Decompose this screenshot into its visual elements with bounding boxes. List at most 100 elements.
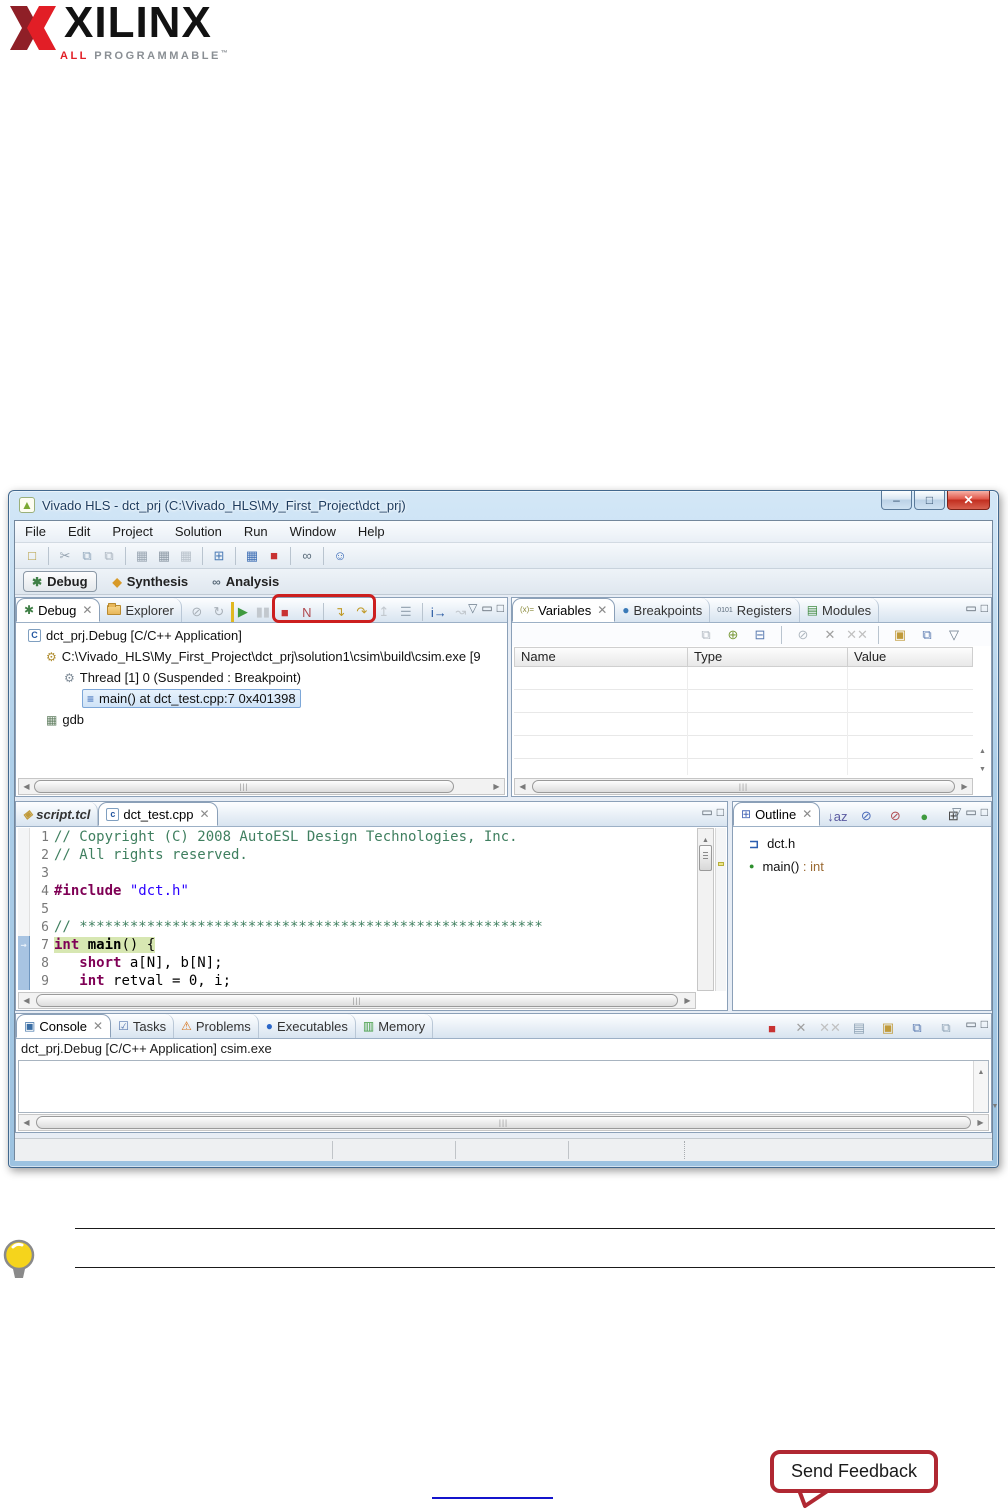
minimize-icon[interactable]: ▭ (481, 602, 492, 614)
tab-explorer[interactable]: Explorer (100, 598, 182, 622)
view-menu-icon[interactable]: ▽ (468, 602, 477, 614)
show-logical-structure-icon[interactable]: ⧉ (696, 625, 716, 645)
selected-stack-frame[interactable]: ≡ main() at dct_test.cpp:7 0x401398 (82, 689, 301, 708)
menu-window[interactable]: Window (290, 524, 336, 539)
perspective-analysis[interactable]: ∞ Analysis (204, 572, 287, 591)
display-selected-console-icon[interactable]: ⧉ (936, 1018, 956, 1038)
project-settings-icon[interactable]: ⊞ (209, 546, 229, 566)
close-icon[interactable]: ✕ (93, 1020, 103, 1032)
tab-console[interactable]: ▣ Console ✕ (16, 1014, 112, 1038)
scroll-left-icon[interactable]: ◀ (515, 782, 530, 791)
save-all-icon[interactable]: ▦ (154, 546, 174, 566)
scroll-right-icon[interactable]: ▶ (680, 996, 695, 1005)
scroll-up-icon[interactable]: ▲ (974, 1067, 988, 1076)
remove-launch-icon[interactable]: ✕ (791, 1018, 811, 1038)
menu-file[interactable]: File (25, 524, 46, 539)
add-watch-icon[interactable]: ⊕ (723, 625, 743, 645)
debug-tree-item[interactable]: Cdct_prj.Debug [C/C++ Application] (18, 625, 505, 646)
save-icon[interactable]: ▦ (132, 546, 152, 566)
remove-all-terminated-icon[interactable]: ✕✕ (819, 1018, 841, 1038)
hide-non-public-icon[interactable]: ● (914, 806, 934, 826)
tab-debug[interactable]: ✱ Debug ✕ (16, 598, 101, 622)
scroll-right-icon[interactable]: ▶ (489, 782, 504, 791)
scroll-up-icon[interactable]: ▲ (979, 748, 986, 755)
collapse-all-icon[interactable]: ⊟ (750, 625, 770, 645)
column-name[interactable]: Name (515, 648, 688, 666)
debug-horizontal-scrollbar[interactable]: ◀ ▶ (18, 778, 505, 795)
remove-all-icon[interactable]: ✕✕ (846, 625, 868, 645)
minimize-icon[interactable]: ▭ (965, 806, 976, 818)
scroll-left-icon[interactable]: ◀ (19, 1118, 34, 1127)
sort-icon[interactable]: ↓az (827, 806, 847, 826)
menu-edit[interactable]: Edit (68, 524, 90, 539)
close-icon[interactable]: ✕ (82, 604, 92, 616)
resume-icon[interactable]: ▶ (230, 602, 251, 622)
minimize-icon[interactable]: ▭ (701, 806, 712, 818)
paste-icon[interactable]: ⧉ (99, 546, 119, 566)
step-into-icon[interactable]: ↴ (330, 602, 350, 622)
outline-item-main[interactable]: ● main() : int (737, 855, 989, 878)
stop-icon[interactable]: ■ (264, 546, 284, 566)
window-maximize-button[interactable]: □ (914, 491, 945, 510)
column-type[interactable]: Type (688, 648, 848, 666)
debug-tree-item[interactable]: ⚙ C:\Vivado_HLS\My_First_Project\dct_prj\… (18, 646, 505, 667)
editor-horizontal-scrollbar[interactable]: ◀ ▶ (18, 992, 696, 1009)
terminate-icon[interactable]: ■ (762, 1018, 782, 1038)
perspective-debug[interactable]: ✱ Debug (23, 571, 97, 592)
window-minimize-button[interactable]: – (881, 491, 912, 510)
tab-outline[interactable]: ⊞ Outline ✕ (733, 802, 821, 826)
resume-without-signal-icon[interactable]: ↻ (209, 602, 229, 622)
scroll-right-icon[interactable]: ▶ (957, 782, 972, 791)
variables-horizontal-scrollbar[interactable]: ◀ ▶ (514, 778, 973, 795)
instruction-stepping-icon[interactable]: i→ (429, 602, 449, 622)
outline-tree[interactable]: ⊐ dct.h ● main() : int (737, 832, 989, 878)
tab-registers[interactable]: 0101 Registers (710, 598, 800, 622)
scroll-down-icon[interactable]: ▼ (988, 1103, 1002, 1110)
scrollbar-thumb[interactable] (36, 1116, 971, 1129)
close-icon[interactable]: ✕ (802, 808, 812, 820)
menu-help[interactable]: Help (358, 524, 385, 539)
console-horizontal-scrollbar[interactable]: ◀ ▶ (18, 1114, 989, 1131)
hide-fields-icon[interactable]: ⊘ (856, 806, 876, 826)
documentation-link[interactable] (432, 1497, 553, 1499)
save-as-icon[interactable]: ▦ (176, 546, 196, 566)
outline-item-dct-h[interactable]: ⊐ dct.h (737, 832, 989, 855)
debug-tree-item[interactable]: ≡ main() at dct_test.cpp:7 0x401398 (18, 688, 505, 709)
menu-project[interactable]: Project (112, 524, 152, 539)
column-value[interactable]: Value (848, 648, 972, 666)
scrollbar-thumb[interactable] (36, 994, 678, 1007)
new-view-icon[interactable]: ▣ (890, 625, 910, 645)
step-over-icon[interactable]: ↷ (352, 602, 372, 622)
minimize-icon[interactable]: ▭ (965, 602, 976, 614)
clear-console-icon[interactable]: ▤ (849, 1018, 869, 1038)
maximize-icon[interactable]: □ (981, 1018, 988, 1030)
maximize-icon[interactable]: □ (981, 602, 988, 614)
console-vertical-scrollbar[interactable]: ▲ ▼ (973, 1061, 998, 1112)
maximize-icon[interactable]: □ (497, 602, 504, 614)
variables-table-body[interactable] (514, 667, 973, 782)
view-menu-icon[interactable]: ▽ (952, 806, 961, 818)
run-c-simulation-icon[interactable]: ▦ (242, 546, 262, 566)
drop-to-frame-icon[interactable]: ☰ (396, 602, 416, 622)
close-icon[interactable]: ✕ (200, 808, 210, 820)
tab-script-tcl[interactable]: ◈ script.tcl (16, 802, 99, 826)
view-menu-icon[interactable]: ▽ (944, 625, 964, 645)
debug-launch-tree[interactable]: Cdct_prj.Debug [C/C++ Application] ⚙ C:\Vi… (18, 625, 505, 776)
maximize-icon[interactable]: □ (717, 806, 724, 818)
debug-tree-item[interactable]: ▦ gdb (18, 709, 505, 730)
scrollbar-thumb[interactable] (532, 780, 955, 793)
code-editor[interactable]: 1// Copyright (C) 2008 AutoESL Design Te… (18, 828, 696, 991)
copy-icon[interactable]: ⧉ (77, 546, 97, 566)
cut-icon[interactable]: ✂ (55, 546, 75, 566)
tab-problems[interactable]: ⚠ Problems (174, 1014, 259, 1038)
pin-console-icon[interactable]: ⧉ (907, 1018, 927, 1038)
minimize-icon[interactable]: ▭ (965, 1018, 976, 1030)
step-return-icon[interactable]: ↥ (374, 602, 394, 622)
editor-vertical-scrollbar[interactable]: ▲ ▼ (697, 828, 724, 991)
scroll-left-icon[interactable]: ◀ (19, 782, 34, 791)
perspective-synthesis[interactable]: ◆ Synthesis (105, 572, 197, 591)
feedback-icon[interactable]: ☺ (330, 546, 350, 566)
terminate-icon[interactable]: ■ (275, 602, 295, 622)
tab-dct-test-cpp[interactable]: c dct_test.cpp ✕ (98, 802, 218, 826)
debug-tree-item[interactable]: ⚙ Thread [1] 0 (Suspended : Breakpoint) (18, 667, 505, 688)
